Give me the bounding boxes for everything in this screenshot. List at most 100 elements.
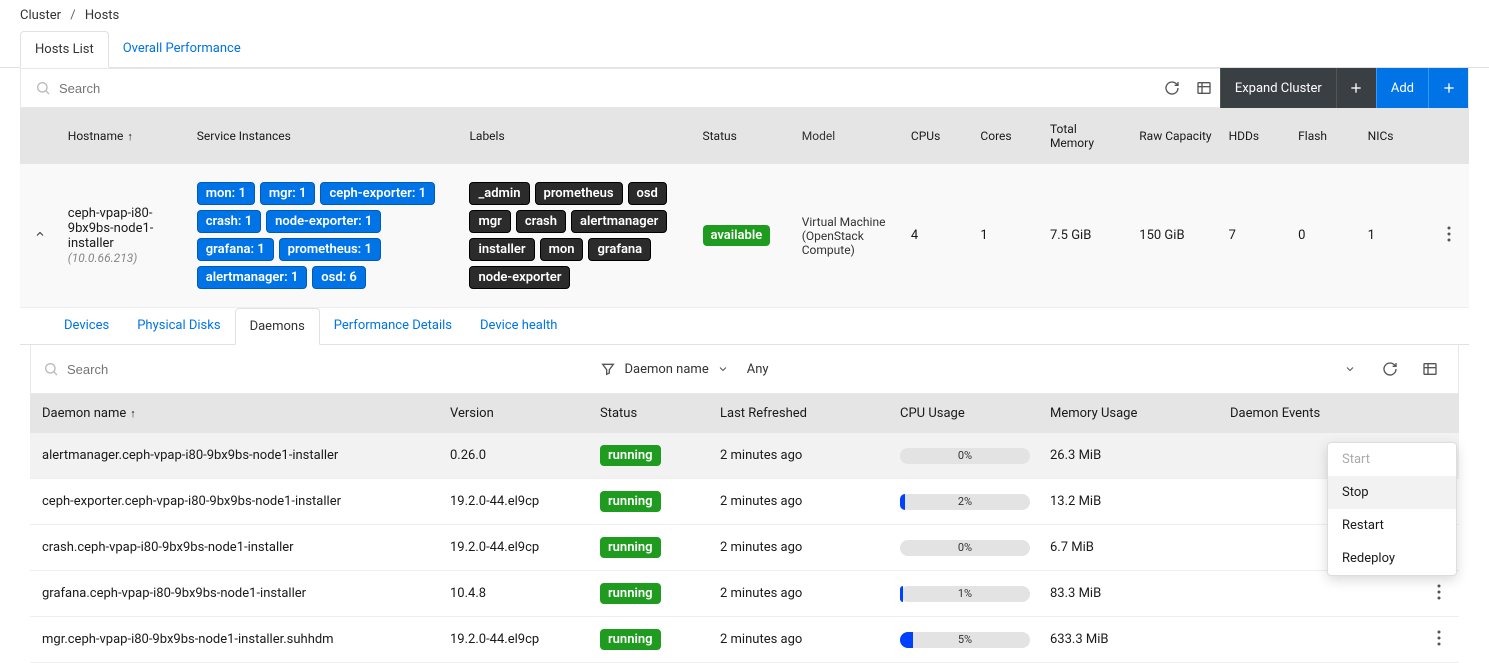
- label-badge: _admin: [469, 182, 529, 205]
- col-status[interactable]: Status: [695, 125, 794, 147]
- expand-toggle[interactable]: [20, 224, 60, 248]
- chevron-up-icon: [34, 228, 46, 240]
- daemon-table-header: Daemon name↑ Version Status Last Refresh…: [30, 394, 1459, 433]
- daemon-name-cell: alertmanager.ceph-vpap-i80-9bx9bs-node1-…: [30, 448, 450, 463]
- subtab-physical-disks[interactable]: Physical Disks: [123, 308, 234, 344]
- service-badge: crash: 1: [197, 210, 261, 233]
- daemon-actions-menu[interactable]: [1419, 630, 1459, 650]
- col-total-memory[interactable]: Total Memory: [1042, 118, 1131, 154]
- columns-button[interactable]: [1188, 72, 1220, 104]
- hostname-text: ceph-vpap-i80-9bx9bs-node1-installer: [68, 206, 181, 251]
- service-badge: mon: 1: [197, 182, 255, 205]
- expand-cluster-plus[interactable]: [1336, 68, 1376, 108]
- col-raw-capacity[interactable]: Raw Capacity: [1131, 125, 1220, 147]
- table-icon: [1422, 361, 1438, 377]
- label-badge: prometheus: [535, 182, 623, 205]
- daemon-toolbar: Daemon name Any: [30, 345, 1459, 394]
- search-icon: [43, 361, 59, 377]
- host-actions-menu[interactable]: [1429, 222, 1469, 250]
- service-instances-cell: mon: 1mgr: 1ceph-exporter: 1crash: 1node…: [189, 178, 462, 293]
- daemon-row: crash.ceph-vpap-i80-9bx9bs-node1-install…: [30, 525, 1459, 571]
- dcol-name[interactable]: Daemon name↑: [30, 406, 450, 421]
- col-nics[interactable]: NICs: [1360, 125, 1430, 147]
- tab-hosts-list[interactable]: Hosts List: [20, 31, 109, 68]
- daemon-memory-cell: 6.7 MiB: [1050, 540, 1230, 555]
- daemon-refresh-button[interactable]: [1374, 353, 1406, 385]
- dcol-refreshed[interactable]: Last Refreshed: [720, 406, 900, 421]
- cpu-progress: 5%: [900, 632, 1030, 648]
- host-detail-tabs: Devices Physical Disks Daemons Performan…: [20, 308, 1469, 345]
- kebab-icon: [1437, 584, 1441, 600]
- breadcrumb-root[interactable]: Cluster: [20, 8, 61, 23]
- raw-capacity-cell: 150 GiB: [1131, 224, 1220, 247]
- daemon-actions-menu[interactable]: [1419, 584, 1459, 604]
- add-plus[interactable]: [1428, 68, 1468, 108]
- refresh-icon: [1382, 361, 1398, 377]
- filter-field-label[interactable]: Daemon name: [624, 362, 708, 377]
- daemon-refreshed-cell: 2 minutes ago: [720, 586, 900, 601]
- service-badge: mgr: 1: [260, 182, 316, 205]
- daemon-refreshed-cell: 2 minutes ago: [720, 540, 900, 555]
- service-badge: node-exporter: 1: [266, 210, 381, 233]
- sort-asc-icon: ↑: [127, 130, 133, 143]
- col-hdds[interactable]: HDDs: [1221, 125, 1291, 147]
- filter-value[interactable]: Any: [747, 362, 769, 377]
- daemon-refreshed-cell: 2 minutes ago: [720, 448, 900, 463]
- search-icon: [35, 80, 51, 96]
- subtab-daemons[interactable]: Daemons: [235, 308, 320, 345]
- dcol-mem[interactable]: Memory Usage: [1050, 406, 1230, 421]
- sort-asc-icon: ↑: [130, 407, 136, 420]
- label-badge: grafana: [588, 238, 651, 261]
- main-tabs: Hosts List Overall Performance: [0, 31, 1489, 68]
- add-button[interactable]: Add: [1376, 68, 1428, 108]
- daemon-name-cell: ceph-exporter.ceph-vpap-i80-9bx9bs-node1…: [30, 494, 450, 509]
- daemon-name-cell: crash.ceph-vpap-i80-9bx9bs-node1-install…: [30, 540, 450, 555]
- col-hostname[interactable]: Hostname↑: [60, 125, 189, 147]
- filter-icon[interactable]: [600, 361, 616, 377]
- total-memory-cell: 7.5 GiB: [1042, 224, 1131, 247]
- col-model[interactable]: Model: [794, 125, 903, 147]
- breadcrumb-sep: /: [70, 8, 75, 23]
- subtab-devices[interactable]: Devices: [50, 308, 123, 344]
- subtab-device-health[interactable]: Device health: [466, 308, 571, 344]
- kebab-icon: [1437, 630, 1441, 646]
- daemon-memory-cell: 26.3 MiB: [1050, 448, 1230, 463]
- cpu-progress: 0%: [900, 448, 1030, 464]
- daemon-columns-button[interactable]: [1414, 353, 1446, 385]
- collapse-button[interactable]: [1334, 353, 1366, 385]
- daemon-version-cell: 19.2.0-44.el9cp: [450, 494, 600, 509]
- hosts-toolbar: Expand Cluster Add: [20, 68, 1469, 108]
- col-services[interactable]: Service Instances: [189, 125, 462, 147]
- subtab-performance-details[interactable]: Performance Details: [320, 308, 466, 344]
- col-cores[interactable]: Cores: [972, 125, 1042, 147]
- refresh-button[interactable]: [1156, 72, 1188, 104]
- daemon-name-cell: grafana.ceph-vpap-i80-9bx9bs-node1-insta…: [30, 586, 450, 601]
- plus-icon: [1348, 80, 1364, 96]
- daemon-search-input[interactable]: [67, 362, 592, 377]
- kebab-icon: [1447, 226, 1451, 242]
- cpus-cell: 4: [903, 224, 973, 247]
- dcol-cpu[interactable]: CPU Usage: [900, 406, 1050, 421]
- menu-item-redeploy[interactable]: Redeploy: [1328, 542, 1456, 575]
- menu-item-restart[interactable]: Restart: [1328, 509, 1456, 542]
- plus-icon: [1441, 80, 1457, 96]
- col-cpus[interactable]: CPUs: [903, 125, 973, 147]
- service-badge: osd: 6: [312, 266, 366, 289]
- service-badge: prometheus: 1: [279, 238, 381, 261]
- daemon-version-cell: 10.4.8: [450, 586, 600, 601]
- model-cell: Virtual Machine (OpenStack Compute): [794, 211, 903, 261]
- dcol-events[interactable]: Daemon Events: [1230, 406, 1419, 421]
- menu-item-stop[interactable]: Stop: [1328, 476, 1456, 509]
- col-labels[interactable]: Labels: [461, 125, 694, 147]
- search-input[interactable]: [59, 81, 1156, 96]
- expand-cluster-button[interactable]: Expand Cluster: [1220, 68, 1336, 108]
- dcol-version[interactable]: Version: [450, 406, 600, 421]
- dcol-status[interactable]: Status: [600, 406, 720, 421]
- daemon-status-badge: running: [600, 629, 661, 650]
- tab-overall-performance[interactable]: Overall Performance: [109, 31, 255, 67]
- host-row: ceph-vpap-i80-9bx9bs-node1-installer (10…: [20, 164, 1469, 308]
- col-flash[interactable]: Flash: [1290, 125, 1360, 147]
- daemon-status-badge: running: [600, 537, 661, 558]
- label-badge: mgr: [469, 210, 510, 233]
- cores-cell: 1: [972, 224, 1042, 247]
